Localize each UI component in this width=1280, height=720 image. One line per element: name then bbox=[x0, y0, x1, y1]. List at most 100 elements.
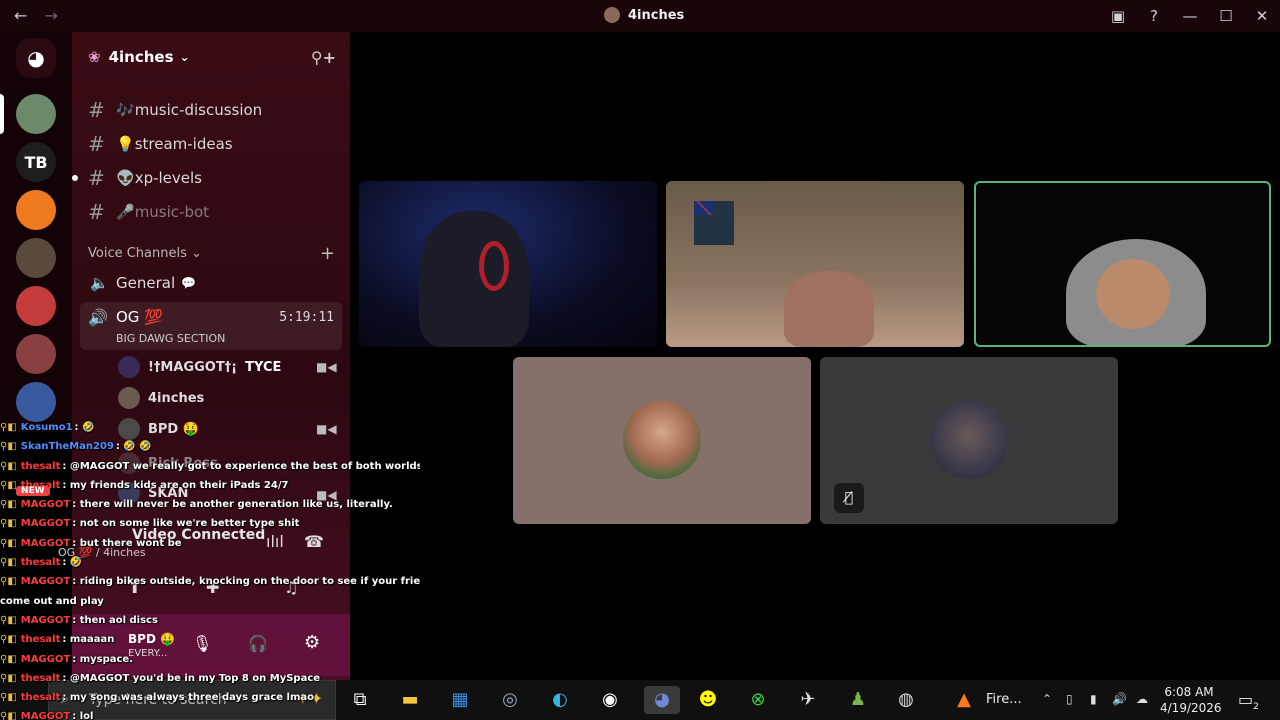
channel-name: xp-levels bbox=[134, 169, 202, 187]
add-channel-icon[interactable]: + bbox=[320, 243, 335, 264]
hash-icon: # bbox=[88, 200, 105, 224]
snapchat-icon[interactable]: ☻ bbox=[694, 686, 722, 714]
discord-icon[interactable]: ◕ bbox=[644, 686, 680, 714]
hash-icon: # bbox=[88, 166, 105, 190]
voice-tile-5[interactable]: 🎙̸ bbox=[820, 357, 1118, 524]
title-bar: ← → 4inches ▣ ? — ☐ ✕ bbox=[0, 0, 1280, 32]
chat-username: thesalt bbox=[20, 692, 61, 704]
chat-message-text: : 🤣 bbox=[74, 422, 95, 433]
voice-channels-header[interactable]: Voice Channels ⌄ bbox=[88, 246, 202, 261]
video-tile-2[interactable] bbox=[666, 181, 964, 347]
chat-message-text: : my song was always three days grace lm… bbox=[62, 692, 315, 704]
obs-studio-icon[interactable]: ◍ bbox=[892, 686, 920, 714]
chat-message-text: : there will never be another generation… bbox=[72, 499, 393, 511]
server-header[interactable]: ❀ 4inches ⌄ ⚲+ bbox=[72, 32, 350, 82]
chevron-down-icon: ⌄ bbox=[179, 50, 190, 64]
clock-date: 4/19/2026 bbox=[1160, 701, 1222, 715]
channel-stream-ideas[interactable]: # 💡 stream-ideas bbox=[88, 132, 233, 156]
clock[interactable]: 6:08 AM 4/19/2026 bbox=[1160, 684, 1222, 716]
hash-icon: # bbox=[88, 98, 105, 122]
network-icon[interactable]: ☁ bbox=[1136, 692, 1148, 706]
chat-message-text: : @MAGGOT we really got to experience th… bbox=[62, 460, 420, 472]
chat-badges-icon: ⚲◧ bbox=[0, 672, 17, 684]
chat-username: MAGGOT bbox=[20, 576, 71, 588]
chat-line: ⚲◧ MAGGOT: not on some like we're better … bbox=[0, 514, 420, 533]
chat-username: thesalt bbox=[20, 557, 61, 569]
server-avatar bbox=[604, 7, 620, 23]
volume-icon[interactable]: 🔊 bbox=[1112, 692, 1127, 706]
voice-channel-og[interactable]: 🔊 OG 💯 5:19:11 BIG DAWG SECTION bbox=[80, 302, 342, 350]
server-icon-5[interactable] bbox=[16, 286, 56, 326]
channel-name: music-discussion bbox=[134, 101, 263, 119]
chat-line: ⚲◧ MAGGOT: riding bikes outside, knocking… bbox=[0, 572, 420, 591]
obs-icon[interactable]: ◉ bbox=[596, 686, 624, 714]
video-tile-1[interactable] bbox=[359, 181, 657, 347]
chat-username: thesalt bbox=[20, 672, 61, 684]
notification-count: 2 bbox=[1253, 702, 1259, 713]
chat-line: ⚲◧ thesalt: @MAGGOT we really got to expe… bbox=[0, 457, 420, 476]
voice-member[interactable]: 4inches bbox=[118, 387, 204, 409]
voice-channel-general[interactable]: 🔈 General 💬 bbox=[90, 274, 196, 292]
inbox-icon[interactable]: ▣ bbox=[1100, 7, 1136, 25]
avatar bbox=[623, 401, 701, 479]
chat-message-text: : my friends kids are on their iPads 24/… bbox=[62, 479, 289, 491]
chat-badges-icon: ⚲◧ bbox=[0, 537, 17, 549]
help-icon[interactable]: ? bbox=[1136, 7, 1172, 25]
avatar bbox=[118, 387, 140, 409]
steam-icon[interactable]: ◎ bbox=[496, 686, 524, 714]
device-icon[interactable]: ▯ bbox=[1066, 692, 1073, 706]
chat-line: ⚲◧ thesalt: my song was always three days… bbox=[0, 688, 420, 707]
game-icon[interactable]: ✈ bbox=[794, 686, 822, 714]
discord-home-button[interactable]: ◕ bbox=[16, 38, 56, 78]
section-label: Voice Channels bbox=[88, 246, 187, 261]
voice-channel-status: BIG DAWG SECTION bbox=[116, 332, 226, 345]
avatar bbox=[930, 401, 1008, 479]
chat-line: ⚲◧ MAGGOT: then aol discs bbox=[0, 611, 420, 630]
hash-icon: # bbox=[88, 132, 105, 156]
chat-badges-icon: ⚲◧ bbox=[0, 692, 17, 704]
server-icon-4[interactable] bbox=[16, 238, 56, 278]
server-icon-tb[interactable]: TB bbox=[16, 142, 56, 182]
server-icon-1[interactable] bbox=[16, 94, 56, 134]
chat-username: Kosumo1 bbox=[20, 422, 73, 433]
server-icon-3[interactable] bbox=[16, 190, 56, 230]
chat-message-text: come out and play bbox=[0, 595, 104, 607]
close-button[interactable]: ✕ bbox=[1244, 7, 1280, 25]
maximize-button[interactable]: ☐ bbox=[1208, 7, 1244, 25]
firefox-label[interactable]: Fire... bbox=[986, 692, 1022, 707]
chat-line: ⚲◧ thesalt: 🤣 bbox=[0, 553, 420, 572]
chess-icon[interactable]: ♟ bbox=[844, 686, 872, 714]
store-icon[interactable]: ▦ bbox=[446, 686, 474, 714]
server-icon-7[interactable] bbox=[16, 382, 56, 422]
channel-xp-levels[interactable]: # 👽 xp-levels bbox=[72, 166, 202, 190]
notifications-icon[interactable]: ▭2 bbox=[1238, 690, 1259, 712]
firefox-icon[interactable]: ▲ bbox=[950, 686, 978, 714]
forward-arrow-icon[interactable]: → bbox=[45, 6, 58, 25]
channel-music-bot[interactable]: # 🎤 music-bot bbox=[88, 200, 209, 224]
chat-username: MAGGOT bbox=[20, 653, 71, 665]
server-icon-6[interactable] bbox=[16, 334, 56, 374]
channel-music-discussion[interactable]: # 🎶 music-discussion bbox=[88, 98, 262, 122]
voice-tile-4[interactable] bbox=[513, 357, 811, 524]
member-name: !†MAGGOT†¡ bbox=[148, 359, 238, 375]
chat-badges-icon: ⚲◧ bbox=[0, 460, 17, 472]
chat-message-text: : then aol discs bbox=[72, 614, 158, 626]
back-arrow-icon[interactable]: ← bbox=[14, 6, 27, 25]
minimize-button[interactable]: — bbox=[1172, 7, 1208, 25]
chat-badges-icon: ⚲◧ bbox=[0, 614, 17, 626]
usb-icon[interactable]: ▮ bbox=[1090, 692, 1097, 706]
video-tile-3-speaking[interactable] bbox=[974, 181, 1271, 347]
chat-line: ⚲◧ thesalt: maaaan bbox=[0, 630, 420, 649]
channel-emoji: 🎤 bbox=[116, 203, 135, 221]
channel-emoji: 👽 bbox=[116, 169, 135, 187]
xbox-icon[interactable]: ⊗ bbox=[744, 686, 772, 714]
channel-emoji: 🎶 bbox=[116, 101, 135, 119]
chat-badges-icon: ⚲◧ bbox=[0, 441, 17, 453]
muted-mic-icon: 🎙̸ bbox=[834, 483, 864, 513]
add-member-icon[interactable]: ⚲+ bbox=[311, 48, 336, 67]
tray-chevron-icon[interactable]: ⌃ bbox=[1042, 692, 1052, 706]
chat-overlay: ⚲◧ Kosumo1: 🤣 ⚲◧ SkanTheMan209: 🤣 🤣 ⚲◧ thesal… bbox=[0, 418, 420, 720]
chat-line: ⚲◧ MAGGOT: myspace. bbox=[0, 650, 420, 669]
edge-icon[interactable]: ◐ bbox=[546, 686, 574, 714]
voice-member[interactable]: !†MAGGOT†¡ TYCE bbox=[118, 356, 281, 378]
